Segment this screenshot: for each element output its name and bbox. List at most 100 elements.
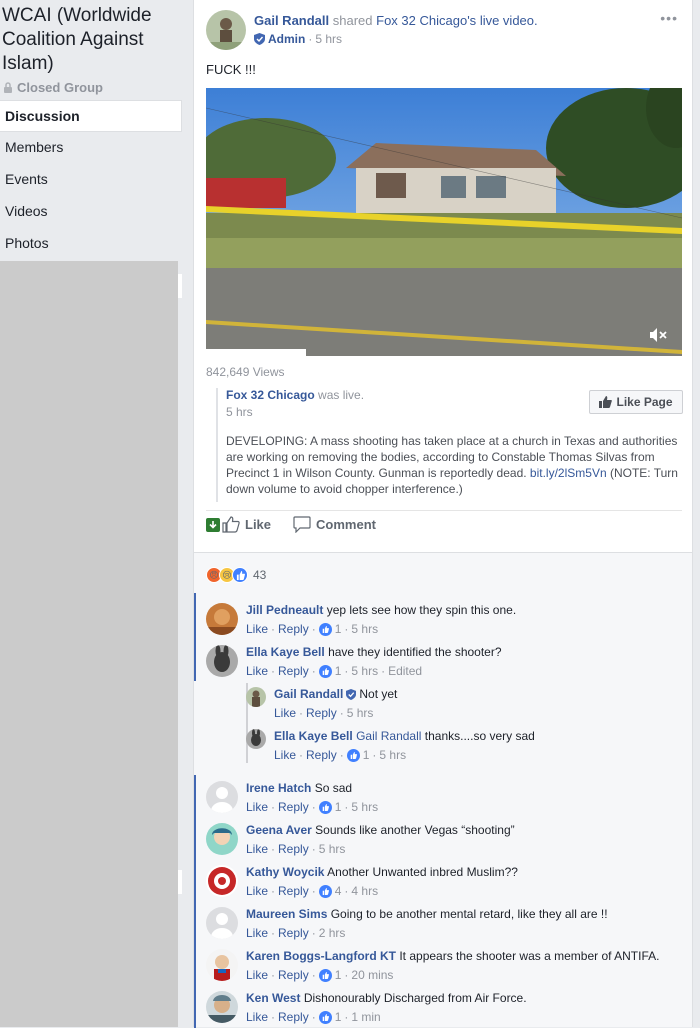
commenter-name[interactable]: Karen Boggs-Langford KT xyxy=(246,949,396,963)
post-time[interactable]: 5 hrs xyxy=(315,32,342,46)
commenter-avatar[interactable] xyxy=(206,781,238,813)
like-page-label: Like Page xyxy=(616,395,673,409)
comment-text: thanks....so very sad xyxy=(424,729,535,743)
shared-page-link[interactable]: Fox 32 Chicago's xyxy=(376,13,476,28)
comment-like-link[interactable]: Like xyxy=(246,800,268,814)
comments-section: 😠 😢 43 Jill Pedneault yep lets see how t… xyxy=(194,552,692,1028)
admin-shield-icon xyxy=(254,33,265,45)
nav-events[interactable]: Events xyxy=(0,164,182,196)
comment-reply-link[interactable]: Reply xyxy=(278,842,309,856)
comment-like-link[interactable]: Like xyxy=(246,968,268,982)
comment-reply-link[interactable]: Reply xyxy=(278,968,309,982)
commenter-avatar[interactable] xyxy=(206,949,238,981)
comment-reply-link[interactable]: Reply xyxy=(278,884,309,898)
reply-item: Ella Kaye Bell Gail Randall thanks....so… xyxy=(246,729,535,762)
thread-indicator xyxy=(194,593,196,681)
comment-text: Sounds like another Vegas “shooting” xyxy=(315,823,515,837)
comment-time[interactable]: 5 hrs xyxy=(319,842,346,856)
comment-like-link[interactable]: Like xyxy=(246,884,268,898)
comment-like-link[interactable]: Like xyxy=(246,926,268,940)
comment-item: Karen Boggs-Langford KT It appears the s… xyxy=(206,949,659,982)
comment-reply-link[interactable]: Reply xyxy=(278,800,309,814)
commenter-name[interactable]: Ken West xyxy=(246,991,300,1005)
commenter-avatar[interactable] xyxy=(246,687,266,707)
comment-reply-link[interactable]: Reply xyxy=(306,706,337,720)
comment-like-count[interactable]: 1 xyxy=(335,1010,342,1024)
post-card: Gail Randall shared Fox 32 Chicago's liv… xyxy=(193,0,693,1028)
commenter-name[interactable]: Geena Aver xyxy=(246,823,312,837)
commenter-name[interactable]: Kathy Woycik xyxy=(246,865,324,879)
comment-like-count[interactable]: 4 xyxy=(335,884,342,898)
comment-text: It appears the shooter was a member of A… xyxy=(399,949,660,963)
comment-like-link[interactable]: Like xyxy=(274,706,296,720)
commenter-avatar[interactable] xyxy=(206,603,238,635)
nav-discussion[interactable]: Discussion xyxy=(0,100,182,132)
edited-label[interactable]: Edited xyxy=(388,664,422,678)
comment-like-link[interactable]: Like xyxy=(246,664,268,678)
comment-time[interactable]: 5 hrs xyxy=(351,664,378,678)
admin-badge: Admin xyxy=(268,32,306,46)
nav-photos[interactable]: Photos xyxy=(0,228,182,260)
author-name[interactable]: Gail Randall xyxy=(254,13,329,28)
comment-item: Maureen Sims Going to be another mental … xyxy=(206,907,608,940)
nav-videos[interactable]: Videos xyxy=(0,196,182,228)
comment-time[interactable]: 20 mins xyxy=(351,968,393,982)
download-badge-icon[interactable] xyxy=(206,517,220,532)
nav-members[interactable]: Members xyxy=(0,132,182,164)
comment-like-count[interactable]: 1 xyxy=(363,748,370,762)
like-outline-icon xyxy=(222,516,240,533)
video-player[interactable] xyxy=(206,88,682,356)
comment-time[interactable]: 5 hrs xyxy=(351,622,378,636)
comment-reply-link[interactable]: Reply xyxy=(278,622,309,636)
comment-text: yep lets see how they spin this one. xyxy=(326,603,517,617)
mention-link[interactable]: Gail Randall xyxy=(356,729,421,743)
author-avatar[interactable] xyxy=(206,10,246,50)
group-title[interactable]: WCAI (Worldwide Coalition Against Islam) xyxy=(2,4,188,76)
comment-time[interactable]: 1 min xyxy=(351,1010,380,1024)
comment-like-count[interactable]: 1 xyxy=(335,622,342,636)
commenter-avatar[interactable] xyxy=(206,907,238,939)
like-page-button[interactable]: Like Page xyxy=(589,390,683,414)
comment-like-link[interactable]: Like xyxy=(274,748,296,762)
like-button[interactable]: Like xyxy=(222,516,271,533)
commenter-avatar[interactable] xyxy=(206,991,238,1023)
post-actions: Like Comment xyxy=(206,516,376,533)
comment-like-link[interactable]: Like xyxy=(246,622,268,636)
reaction-summary[interactable]: 😠 😢 43 xyxy=(206,567,266,583)
like-count-icon xyxy=(318,622,332,636)
like-reaction-icon xyxy=(232,567,248,583)
commenter-name[interactable]: Jill Pedneault xyxy=(246,603,323,617)
commenter-name[interactable]: Ella Kaye Bell xyxy=(274,729,353,743)
comment-time[interactable]: 4 hrs xyxy=(351,884,378,898)
comment-reply-link[interactable]: Reply xyxy=(306,748,337,762)
mute-icon[interactable] xyxy=(650,328,668,342)
commenter-name[interactable]: Gail Randall xyxy=(274,687,343,701)
commenter-avatar[interactable] xyxy=(206,645,238,677)
more-options-icon[interactable]: ••• xyxy=(660,10,678,26)
comment-time[interactable]: 5 hrs xyxy=(347,706,374,720)
shared-page-name[interactable]: Fox 32 Chicago xyxy=(226,388,315,402)
commenter-name[interactable]: Ella Kaye Bell xyxy=(246,645,325,659)
comment-time[interactable]: 5 hrs xyxy=(351,800,378,814)
comment-time[interactable]: 5 hrs xyxy=(379,748,406,762)
comment-like-link[interactable]: Like xyxy=(246,842,268,856)
shared-type-link[interactable]: live video. xyxy=(480,13,538,28)
commenter-avatar[interactable] xyxy=(206,823,238,855)
comment-reply-link[interactable]: Reply xyxy=(278,926,309,940)
comment-time[interactable]: 2 hrs xyxy=(319,926,346,940)
comment-like-count[interactable]: 1 xyxy=(335,664,342,678)
commenter-avatar[interactable] xyxy=(206,865,238,897)
commenter-avatar[interactable] xyxy=(246,729,266,749)
comment-reply-link[interactable]: Reply xyxy=(278,1010,309,1024)
comment-like-link[interactable]: Like xyxy=(246,1010,268,1024)
commenter-name[interactable]: Irene Hatch xyxy=(246,781,311,795)
comment-like-count[interactable]: 1 xyxy=(335,968,342,982)
comment-button[interactable]: Comment xyxy=(293,516,376,533)
group-sidebar: WCAI (Worldwide Coalition Against Islam)… xyxy=(0,0,192,1027)
admin-shield-icon xyxy=(346,688,357,700)
like-count-icon xyxy=(346,748,360,762)
comment-like-count[interactable]: 1 xyxy=(335,800,342,814)
comment-reply-link[interactable]: Reply xyxy=(278,664,309,678)
shared-link[interactable]: bit.ly/2lSm5Vn xyxy=(530,466,607,480)
commenter-name[interactable]: Maureen Sims xyxy=(246,907,327,921)
